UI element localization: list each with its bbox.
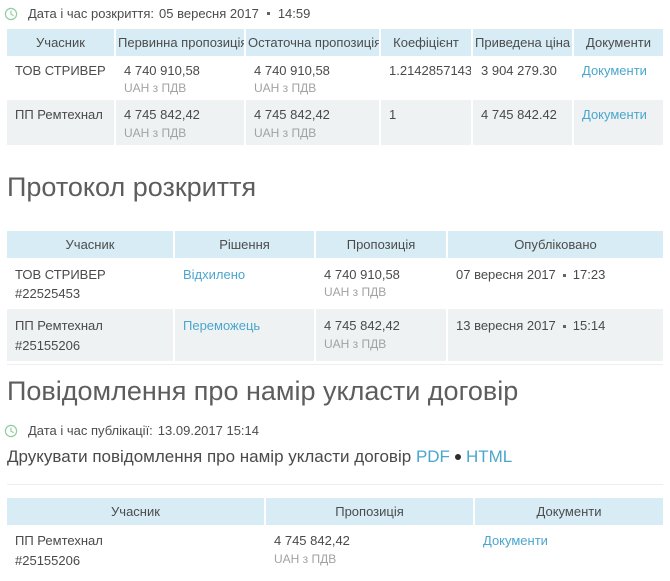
initial-bid-amount: 4 745 842,42 [124,107,200,123]
final-bid-amount: 4 745 842,42 [254,107,330,123]
documents-link[interactable]: Документи [582,107,647,122]
table-row: ТОВ СТРИВЕР #22525453 Відхилено 4 740 91… [7,257,663,310]
bid-amount: 4 740 910,58 [324,266,400,282]
intent-table-header-row: Учасник Пропозиція Документи [7,498,663,526]
currency-label: UAH з ПДВ [324,285,387,300]
protocol-table-header-row: Учасник Рішення Пропозиція Опубліковано [7,230,663,258]
table-row: ТОВ СТРИВЕР 4 740 910,58 UAH з ПДВ 4 740… [7,56,663,101]
col-header-documents: Документи [473,498,663,526]
dot-separator [562,325,566,329]
participant-id: #25155206 [15,337,81,353]
coefficient-value: 1 [389,107,397,123]
col-header-bid: Пропозиція [314,230,447,258]
bid-amount: 4 745 842,42 [324,318,400,334]
published-time: 17:23 [572,266,606,282]
participant-name: ПП Ремтехнал [15,107,103,123]
html-link[interactable]: HTML [466,447,512,466]
col-header-published: Опубліковано [446,230,663,258]
table-row: ПП Ремтехнал #25155206 Переможець 4 745 … [7,309,663,361]
currency-label: UAH з ПДВ [124,81,187,96]
publication-datetime-line: Дата і час публікації: 13.09.2017 15:14 [4,423,663,439]
dot-separator [454,454,461,461]
pdf-link[interactable]: PDF [416,447,450,466]
dot-separator [562,273,566,277]
opening-time-value: 14:59 [277,6,311,21]
currency-label: UAH з ПДВ [254,81,317,96]
currency-label: UAH з ПДВ [324,336,387,351]
opening-date-label: Дата і час розкриття: [28,6,155,21]
participant-name: ТОВ СТРИВЕР [15,63,106,78]
published-date: 13 вересня 2017 [456,318,556,334]
participant-name: ТОВ СТРИВЕР [15,266,106,282]
bid-amount: 4 745 842,42 [274,533,350,549]
participant-name: ПП Ремтехнал [15,318,103,334]
currency-label: UAH з ПДВ [254,125,317,140]
section-title-protocol: Протокол розкриття [7,171,257,202]
intent-table: Учасник Пропозиція Документи ПП Ремтехна… [7,498,663,575]
decision-link[interactable]: Відхилено [183,267,245,282]
col-header-bid: Пропозиція [264,498,474,526]
publication-date-value: 13.09.2017 15:14 [157,423,260,439]
section-divider [7,484,663,486]
decision-link[interactable]: Переможець [183,318,260,333]
published-time: 15:14 [572,318,606,334]
published-date: 07 вересня 2017 [456,266,556,282]
section-title-intent: Повідомлення про намір укласти договір [7,375,519,406]
col-header-participant: Учасник [7,29,115,56]
bids-table: Учасник Первинна пропозиція Остаточна пр… [7,29,663,145]
final-bid-amount: 4 740 910,58 [254,63,330,78]
initial-bid-amount: 4 740 910,58 [124,63,200,78]
dot-separator [266,12,270,15]
participant-name: ПП Ремтехнал [15,533,103,549]
col-header-participant: Учасник [7,230,174,258]
reduced-price-value: 3 904 279.30 [481,63,557,78]
table-row: ПП Ремтехнал 4 745 842,42 UAH з ПДВ 4 74… [7,100,663,145]
col-header-documents: Документи [572,29,663,56]
col-header-coefficient: Коефіцієнт [379,29,472,56]
protocol-table: Учасник Рішення Пропозиція Опубліковано … [7,230,663,361]
col-header-decision: Рішення [173,230,315,258]
print-intent-line: Друкувати повідомлення про намір укласти… [7,446,663,468]
bids-table-header-row: Учасник Первинна пропозиція Остаточна пр… [7,29,663,56]
participant-id: #22525453 [15,286,81,302]
print-intent-label: Друкувати повідомлення про намір укласти… [7,447,412,467]
opening-datetime-line: Дата і час розкриття: 05 вересня 2017 14… [4,6,663,21]
documents-link[interactable]: Документи [483,533,548,548]
publication-date-label: Дата і час публікації: [28,423,153,439]
documents-link[interactable]: Документи [582,63,647,78]
clock-icon [4,7,18,20]
section-divider [7,363,663,365]
opening-date-value: 05 вересня 2017 [159,6,259,21]
currency-label: UAH з ПДВ [124,125,187,140]
participant-id: #25155206 [15,552,81,568]
col-header-participant: Учасник [7,498,265,526]
col-header-final-bid: Остаточна пропозиція [244,29,380,56]
tender-page: Дата і час розкриття: 05 вересня 2017 14… [0,6,670,575]
col-header-initial-bid: Первинна пропозиція [114,29,245,56]
col-header-reduced-price: Приведена ціна [471,29,573,56]
clock-icon [4,424,18,437]
table-row: ПП Ремтехнал #25155206 4 745 842,42 UAH … [7,525,663,575]
reduced-price-value: 4 745 842.42 [481,107,557,123]
coefficient-value: 1.2142857143 [389,63,472,78]
currency-label: UAH з ПДВ [274,551,337,566]
